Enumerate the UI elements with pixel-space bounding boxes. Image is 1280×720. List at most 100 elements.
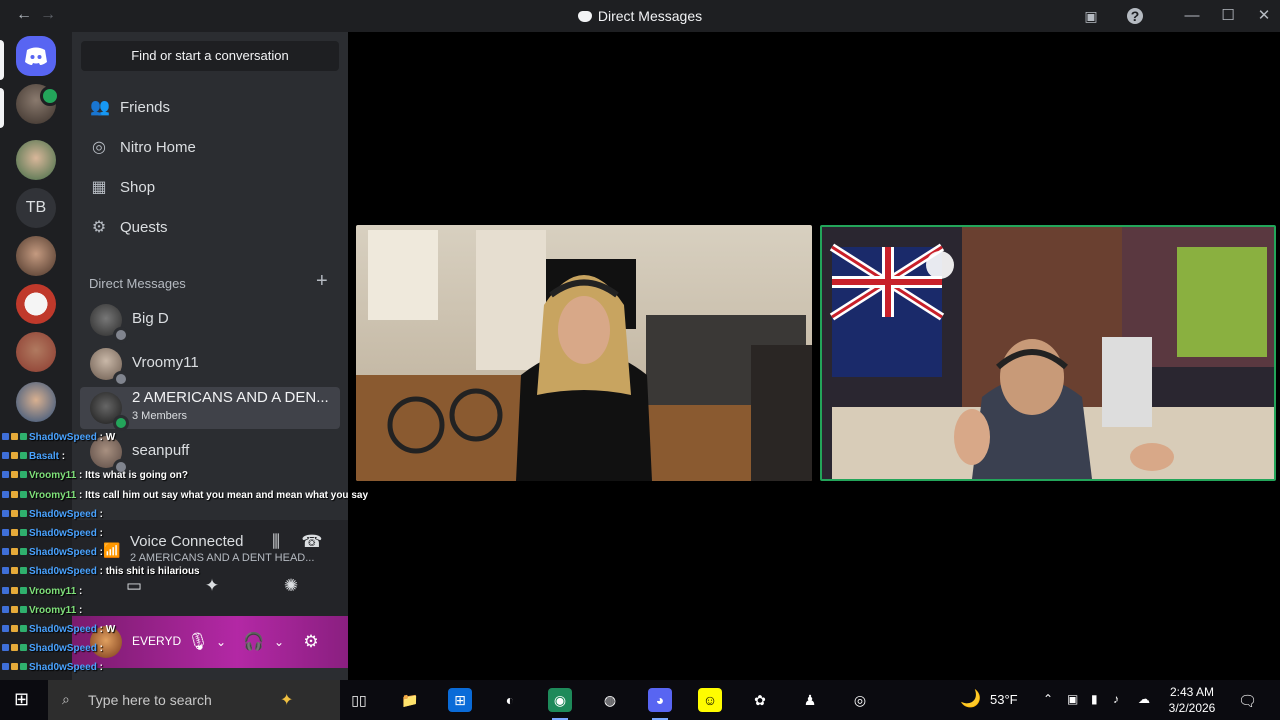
chat-badge-icon [11,509,18,517]
chat-line: Shad0wSpeed : W [2,432,115,443]
server-4[interactable] [16,332,56,372]
clock[interactable]: 2:43 AM 3/2/2026 [1160,684,1224,716]
taskbar-app-task-view-icon[interactable]: ▯▯ [347,688,371,712]
discord-home-button[interactable] [16,36,56,76]
dm-item-big-d[interactable]: Big D [80,299,340,343]
chat-badge-icon [20,452,27,460]
chat-message: : Itts what is going on? [79,470,188,482]
chat-line: Shad0wSpeed : W [2,624,115,635]
stream-chat-overlay: Shad0wSpeed : W Basalt : Vroomy11 : Itts w… [0,418,380,720]
video-tile-right-speaking[interactable] [820,225,1276,481]
taskbar-app-obs-icon[interactable]: ◍ [598,688,622,712]
tray-overflow-icon[interactable]: ⌃ [1043,692,1053,706]
dm-item-vroomy11[interactable]: Vroomy11 [80,343,340,387]
chat-badge-icon [2,625,9,632]
minimize-button[interactable]: — [1180,4,1204,28]
chat-badge-icon [20,529,27,536]
server-2[interactable] [16,236,56,276]
usb-icon[interactable]: ▮ [1091,692,1098,706]
taskbar-search-box[interactable]: ⌕ Type here to search ✦ [48,680,340,720]
chat-badge-icon [2,663,9,671]
chat-line: Shad0wSpeed : this shit is hilarious [2,566,200,577]
start-windows-icon[interactable]: ⊞ [14,689,29,710]
chat-message: : W [99,432,116,443]
dm-section-header: Direct Messages [89,276,186,291]
chat-line: Basalt : [2,451,65,462]
temperature[interactable]: 53°F [990,692,1018,707]
server-5[interactable] [16,382,56,422]
sidebar-item-quests[interactable]: ⚙ Quests [80,208,340,248]
chat-badge-icon [11,452,18,460]
sidebar-item-label: Shop [120,179,156,196]
chat-badge-icon [20,433,27,440]
sidebar-item-friends[interactable]: 👥 Friends [80,88,340,128]
chat-line: Shad0wSpeed : [2,509,103,520]
taskbar-app-steam-icon[interactable]: ◐ [498,688,522,712]
dm-name: Vroomy11 [132,354,199,371]
sidebar-item-label: Friends [120,99,171,116]
sidebar-item-shop[interactable]: ▦ Shop [80,168,340,208]
chat-badge-icon [11,490,18,498]
video-tile-left[interactable] [356,225,812,481]
volume-icon[interactable]: ♪ [1113,692,1119,706]
chat-badge-icon [11,471,18,479]
chat-badge-icon [2,644,9,652]
chat-badge-icon [2,452,9,460]
taskbar-app-app-10-icon[interactable]: ◎ [848,688,872,712]
server-tb[interactable]: TB [16,188,56,228]
chat-badge-icon [11,548,18,556]
chat-badge-icon [20,471,27,479]
chat-badge-icon [20,548,27,556]
chat-line: Shad0wSpeed : [2,643,103,654]
taskbar-search-placeholder: Type here to search [88,692,212,708]
weather-moon-icon[interactable]: 🌙 [960,689,981,709]
title-bar: ← → Direct Messages ▣ ? — ☐ ✕ [0,0,1280,32]
unread-pill [0,88,4,128]
chat-message: : [99,528,103,539]
network-icon[interactable]: ☁ [1138,692,1150,706]
nitro-icon: ◎ [92,139,106,156]
chat-message: : [79,604,83,616]
chat-badge-icon [2,529,9,536]
taskbar-app-app-8-icon[interactable]: ✿ [748,688,772,712]
chat-message: : this shit is hilarious [99,566,200,578]
chat-badge-icon [2,586,9,594]
maximize-button[interactable]: ☐ [1216,4,1240,28]
taskbar-app-app-9-icon[interactable]: ♟ [798,688,822,712]
chat-username: Shad0wSpeed [29,547,97,559]
help-icon[interactable]: ? [1127,8,1143,24]
create-dm-icon[interactable]: + [316,270,328,293]
taskbar-app-discord-icon[interactable]: ◕ [648,688,672,712]
chat-badge-icon [2,605,9,613]
chat-username: Shad0wSpeed [29,508,97,520]
tray-app-icon[interactable]: ▣ [1067,692,1078,706]
notifications-icon[interactable]: 🗨 [1238,692,1257,710]
call-area [348,32,1280,680]
chat-message: : [99,643,103,655]
chat-badge-icon [2,567,9,575]
chat-line: Vroomy11 : [2,605,82,616]
chat-username: Shad0wSpeed [29,566,97,578]
chat-line: Vroomy11 : Itts what is going on? [2,470,188,481]
sidebar-item-nitro[interactable]: ◎ Nitro Home [80,128,340,168]
taskbar-app-edge-icon[interactable]: ◉ [548,688,572,712]
chat-badge-icon [2,433,9,440]
taskbar-app-microsoft-store-icon[interactable]: ⊞ [448,688,472,712]
chat-username: Vroomy11 [29,470,77,482]
server-3[interactable] [16,284,56,324]
webcam-feed-left [356,225,812,481]
chat-message: : W [99,624,116,635]
chat-badge-icon [11,529,18,536]
find-conversation-button[interactable]: Find or start a conversation [81,41,339,71]
taskbar-app-file-explorer-icon[interactable]: 📁 [398,688,422,712]
inbox-icon[interactable]: ▣ [1083,8,1099,24]
friends-icon: 👥 [90,99,110,116]
window-title-text: Direct Messages [597,8,703,24]
close-button[interactable]: ✕ [1252,4,1276,28]
chat-line: Vroomy11 : Itts call him out say what yo… [2,490,368,501]
chat-username: Vroomy11 [29,585,77,597]
video-call-icon [40,86,60,106]
chat-message: : [99,662,103,674]
server-1[interactable] [16,140,56,180]
taskbar-app-snapchat-icon[interactable]: ☺ [698,688,722,712]
